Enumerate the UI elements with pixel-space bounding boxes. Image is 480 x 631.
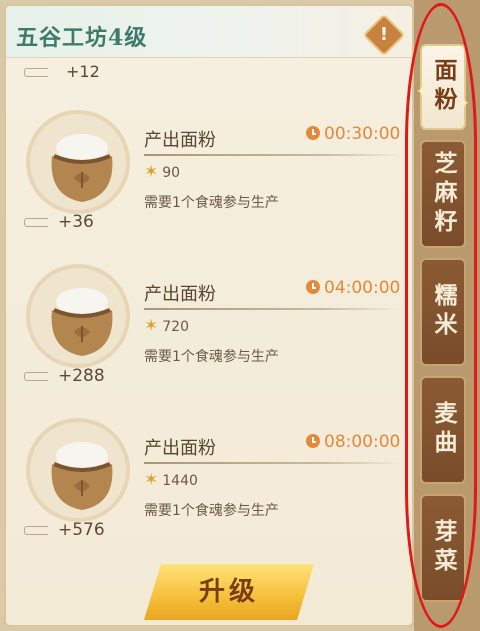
bracket-icon — [24, 218, 48, 227]
recipe-item[interactable]: +288 产出面粉 04:00:00 ✶ 720 需要1个食魂参与生产 — [6, 260, 412, 410]
sparkle-icon: ✦ — [416, 84, 428, 100]
timer-text: 04:00:00 — [324, 278, 401, 298]
recipe-cost: ✶ 1440 — [144, 470, 198, 490]
recipe-timer: 04:00:00 — [306, 278, 400, 298]
cost-value: 1440 — [162, 473, 198, 489]
bonus-value: +36 — [58, 212, 94, 232]
cost-value: 90 — [162, 165, 181, 181]
wheat-icon: ✶ — [144, 316, 159, 336]
bonus-value: +576 — [58, 520, 105, 540]
timer-text: 00:30:00 — [324, 124, 401, 144]
recipe-title: 产出面粉 — [144, 130, 216, 151]
wheat-icon: ✶ — [144, 470, 159, 490]
sack-graphic — [51, 288, 113, 356]
clock-icon — [306, 434, 320, 448]
bracket-icon — [24, 372, 48, 381]
recipe-item[interactable]: +576 产出面粉 08:00:00 ✶ 1440 需要1个食魂参与生产 — [6, 414, 412, 564]
tab-label: 麦曲 — [430, 401, 457, 459]
flour-sack-icon — [26, 264, 130, 368]
recipe-requirement: 需要1个食魂参与生产 — [144, 503, 279, 519]
clock-icon — [306, 280, 320, 294]
tab-label: 芽菜 — [430, 519, 457, 577]
top-count-value: +12 — [66, 62, 100, 81]
recipe-title: 产出面粉 — [144, 438, 216, 459]
divider — [144, 308, 402, 310]
cost-value: 720 — [162, 319, 189, 335]
tab-label: 芝麻籽 — [430, 150, 457, 238]
recipe-requirement: 需要1个食魂参与生产 — [144, 195, 279, 211]
bracket-icon — [24, 68, 48, 77]
divider — [144, 154, 402, 156]
bracket-icon — [24, 526, 48, 535]
panel-header: 五谷工坊4级 ! — [6, 6, 412, 58]
clock-icon — [306, 126, 320, 140]
recipe-cost: ✶ 90 — [144, 162, 180, 182]
alert-icon[interactable]: ! — [362, 13, 406, 57]
recipe-cost: ✶ 720 — [144, 316, 189, 336]
recipe-timer: 00:30:00 — [306, 124, 400, 144]
alert-icon-glyph: ! — [379, 24, 389, 45]
upgrade-button[interactable]: 升级 — [144, 564, 314, 620]
sack-graphic — [51, 442, 113, 510]
flour-sack-icon — [26, 110, 130, 214]
tab-sprouts[interactable]: 芽菜 — [420, 494, 466, 602]
workshop-panel: 五谷工坊4级 ! +12 +36 产出面粉 00:30:00 ✶ 90 需要1个… — [4, 4, 414, 627]
sack-graphic — [51, 134, 113, 202]
recipe-title: 产出面粉 — [144, 284, 216, 305]
sparkle-icon: ✦ — [458, 96, 470, 112]
tab-label: 糯米 — [430, 283, 457, 341]
recipe-item[interactable]: +36 产出面粉 00:30:00 ✶ 90 需要1个食魂参与生产 — [6, 106, 412, 256]
bonus-value: +288 — [58, 366, 105, 386]
tab-sesame[interactable]: 芝麻籽 — [420, 140, 466, 248]
wheat-icon: ✶ — [144, 162, 159, 182]
tab-wheat-starter[interactable]: 麦曲 — [420, 376, 466, 484]
tab-label: 面粉 — [430, 58, 457, 116]
upgrade-button-label: 升级 — [198, 577, 259, 607]
flour-sack-icon — [26, 418, 130, 522]
page-title: 五谷工坊4级 — [16, 25, 148, 51]
tab-glutinous-rice[interactable]: 糯米 — [420, 258, 466, 366]
divider — [144, 462, 402, 464]
category-tabbar: 面粉 芝麻籽 糯米 麦曲 芽菜 ✦ ✦ — [414, 0, 480, 631]
recipe-requirement: 需要1个食魂参与生产 — [144, 349, 279, 365]
timer-text: 08:00:00 — [324, 432, 401, 452]
recipe-timer: 08:00:00 — [306, 432, 400, 452]
